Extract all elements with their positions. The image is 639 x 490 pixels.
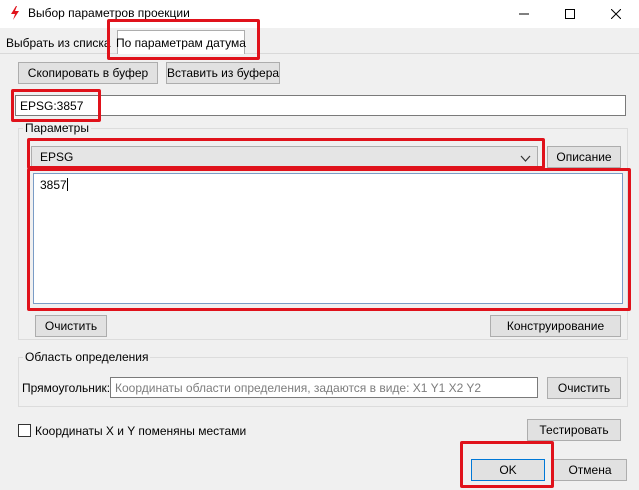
params-textarea[interactable]: 3857 — [33, 173, 623, 304]
extent-group-label: Область определения — [23, 350, 151, 364]
tab-select-from-list[interactable]: Выбрать из списка — [6, 36, 111, 50]
params-group-label: Параметры — [23, 121, 91, 135]
swap-xy-label[interactable]: Координаты X и Y поменяны местами — [35, 424, 246, 438]
construct-button[interactable]: Конструирование — [490, 315, 621, 337]
maximize-button[interactable] — [547, 0, 593, 28]
copy-to-buffer-button[interactable]: Скопировать в буфер — [18, 62, 158, 84]
tab-datum-params[interactable]: По параметрам датума — [116, 30, 246, 54]
window-title: Выбор параметров проекции — [28, 6, 190, 20]
chevron-down-icon — [520, 152, 531, 166]
ok-button[interactable]: OK — [471, 459, 545, 481]
params-clear-button[interactable]: Очистить — [35, 315, 107, 337]
close-icon — [611, 9, 621, 19]
test-button[interactable]: Тестировать — [527, 419, 621, 441]
extent-coords-placeholder: Координаты области определения, задаются… — [115, 380, 482, 395]
app-lightning-icon — [8, 6, 22, 20]
text-caret — [66, 178, 68, 191]
projection-type-select[interactable]: EPSG — [31, 146, 538, 167]
params-text: 3857 — [40, 178, 67, 192]
minimize-button[interactable] — [501, 0, 547, 28]
paste-from-buffer-button[interactable]: Вставить из буфера — [166, 62, 280, 84]
extent-coords-input[interactable]: Координаты области определения, задаются… — [110, 377, 538, 398]
projection-type-value: EPSG — [40, 149, 74, 164]
minimize-icon — [519, 9, 529, 19]
swap-xy-checkbox[interactable] — [18, 424, 31, 437]
rect-label: Прямоугольник: — [22, 381, 111, 395]
projection-string-input[interactable]: EPSG:3857 — [15, 95, 626, 116]
tab-divider — [0, 53, 639, 54]
maximize-icon — [565, 9, 575, 19]
cancel-button[interactable]: Отмена — [553, 459, 627, 481]
describe-button[interactable]: Описание — [547, 146, 621, 168]
extent-clear-button[interactable]: Очистить — [547, 377, 621, 399]
close-button[interactable] — [593, 0, 639, 28]
